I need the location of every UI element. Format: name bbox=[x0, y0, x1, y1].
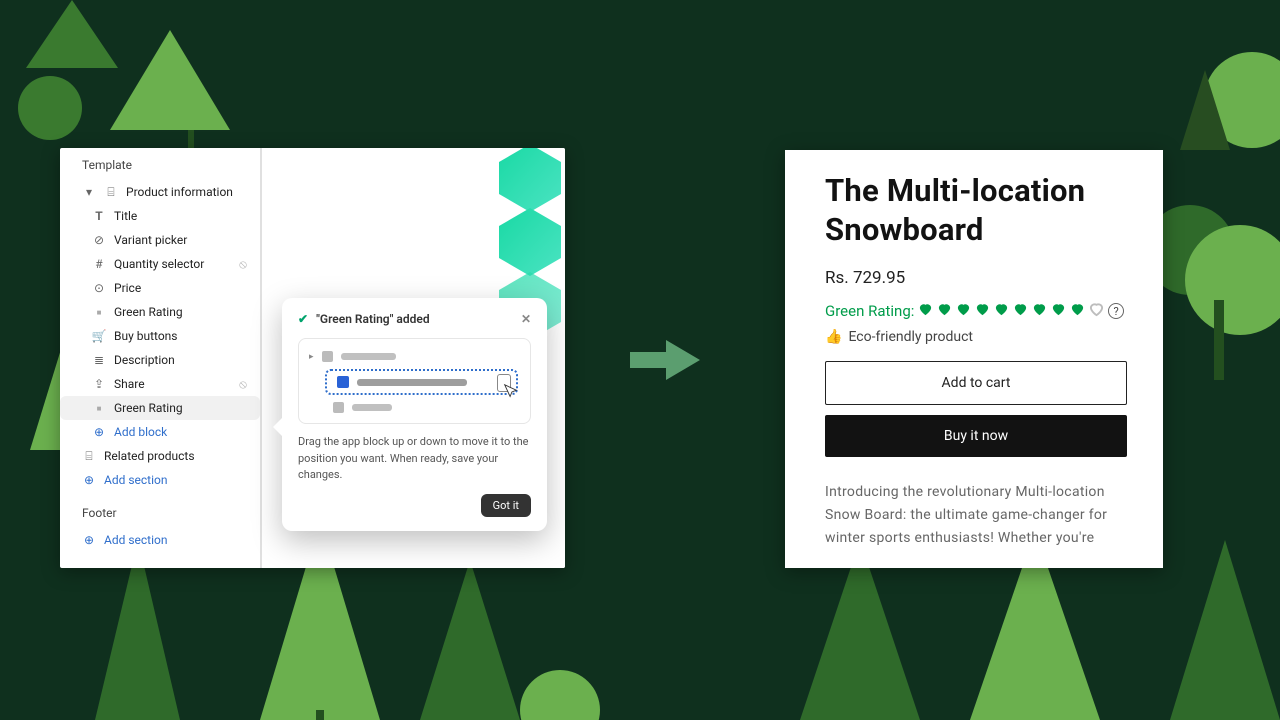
eye-off-icon: ⦸ bbox=[236, 377, 250, 391]
sidebar-item-label: Green Rating bbox=[114, 305, 183, 319]
sidebar-item-green-rating[interactable]: ■ Green Rating bbox=[60, 300, 260, 324]
heart-filled-icon bbox=[1013, 302, 1028, 317]
product-card: The Multi-location Snowboard Rs. 729.95 … bbox=[785, 150, 1163, 568]
sidebar-item-share[interactable]: ⇪ Share ⦸ bbox=[60, 372, 260, 396]
sidebar-item-label: Quantity selector bbox=[114, 257, 204, 271]
heart-filled-icon bbox=[1032, 302, 1047, 317]
product-description: Introducing the revolutionary Multi-loca… bbox=[825, 481, 1127, 550]
sidebar-item-variant-picker[interactable]: ⊘ Variant picker bbox=[60, 228, 260, 252]
heart-filled-icon bbox=[937, 302, 952, 317]
sidebar-item-label: Add section bbox=[104, 533, 168, 547]
heart-filled-icon bbox=[918, 302, 933, 317]
drag-illustration: ▸ bbox=[298, 338, 531, 424]
add-section-link[interactable]: ⊕ Add section bbox=[60, 468, 260, 492]
thumbs-up-icon: 👍 bbox=[825, 329, 842, 345]
arrow-right-icon bbox=[630, 330, 700, 390]
footer-heading: Footer bbox=[60, 492, 260, 528]
price-tag-icon: ⊙ bbox=[92, 281, 106, 295]
sidebar-item-label: Add block bbox=[114, 425, 167, 439]
eco-text: Eco-friendly product bbox=[848, 329, 973, 345]
popover-block-added: ✔ "Green Rating" added ✕ ▸ Drag the app … bbox=[282, 298, 547, 531]
plus-circle-icon: ⊕ bbox=[92, 425, 106, 439]
add-to-cart-button[interactable]: Add to cart bbox=[825, 361, 1127, 405]
text-icon: T bbox=[92, 209, 106, 223]
got-it-button[interactable]: Got it bbox=[481, 494, 531, 517]
sidebar-item-label: Share bbox=[114, 377, 145, 391]
popover-arrow bbox=[273, 418, 282, 436]
sidebar-label: Product information bbox=[126, 185, 233, 199]
product-price: Rs. 729.95 bbox=[825, 268, 1127, 288]
circle-slash-icon: ⊘ bbox=[92, 233, 106, 247]
sidebar-item-green-rating-selected[interactable]: ■ Green Rating bbox=[60, 396, 260, 420]
sidebar-item-label: Variant picker bbox=[114, 233, 187, 247]
sidebar-item-price[interactable]: ⊙ Price bbox=[60, 276, 260, 300]
heart-filled-icon bbox=[1051, 302, 1066, 317]
block-icon: ■ bbox=[92, 305, 106, 319]
sidebar-item-buy-buttons[interactable]: 🛒 Buy buttons bbox=[60, 324, 260, 348]
buy-now-button[interactable]: Buy it now bbox=[825, 415, 1127, 457]
add-section-footer-link[interactable]: ⊕ Add section bbox=[60, 528, 260, 552]
share-icon: ⇪ bbox=[92, 377, 106, 391]
sidebar-item-title[interactable]: T Title bbox=[60, 204, 260, 228]
heart-filled-icon bbox=[975, 302, 990, 317]
hash-icon: # bbox=[92, 257, 106, 271]
help-icon[interactable]: ? bbox=[1108, 303, 1124, 319]
heart-empty-icon bbox=[1089, 302, 1104, 317]
section-icon: ⌸ bbox=[82, 449, 96, 463]
popover-description: Drag the app block up or down to move it… bbox=[298, 434, 531, 484]
eye-off-icon: ⦸ bbox=[236, 257, 250, 271]
sidebar-item-related-products[interactable]: ⌸ Related products bbox=[60, 444, 260, 468]
sidebar-item-label: Title bbox=[114, 209, 137, 223]
rating-label: Green Rating: bbox=[825, 302, 914, 320]
plus-circle-icon: ⊕ bbox=[82, 533, 96, 547]
cart-icon: 🛒 bbox=[92, 329, 106, 343]
sidebar-item-label: Related products bbox=[104, 449, 195, 463]
sidebar-item-quantity[interactable]: # Quantity selector ⦸ bbox=[60, 252, 260, 276]
sidebar-item-label: Add section bbox=[104, 473, 168, 487]
heart-filled-icon bbox=[956, 302, 971, 317]
check-circle-icon: ✔ bbox=[298, 312, 308, 326]
section-icon: ⌸ bbox=[104, 185, 118, 199]
heart-filled-icon bbox=[994, 302, 1009, 317]
sidebar-item-label: Price bbox=[114, 281, 141, 295]
rating-hearts bbox=[918, 302, 1104, 321]
product-title: The Multi-location Snowboard bbox=[825, 172, 1127, 250]
cursor-icon bbox=[502, 383, 520, 401]
template-heading: Template bbox=[60, 148, 260, 180]
add-block-link[interactable]: ⊕ Add block bbox=[60, 420, 260, 444]
sidebar-item-label: Green Rating bbox=[114, 401, 183, 415]
sidebar: Template ▾ ⌸ Product information T Title… bbox=[60, 148, 260, 568]
chevron-down-icon: ▾ bbox=[82, 185, 96, 199]
popover-title: "Green Rating" added bbox=[316, 312, 430, 326]
eco-badge: 👍 Eco-friendly product bbox=[825, 329, 1127, 345]
block-icon: ■ bbox=[92, 401, 106, 415]
sidebar-item-label: Description bbox=[114, 353, 175, 367]
theme-preview: ✔ "Green Rating" added ✕ ▸ Drag the app … bbox=[260, 148, 565, 568]
sidebar-item-description[interactable]: ≣ Description bbox=[60, 348, 260, 372]
green-rating: Green Rating: ? bbox=[825, 302, 1127, 321]
paragraph-icon: ≣ bbox=[92, 353, 106, 367]
heart-filled-icon bbox=[1070, 302, 1085, 317]
sidebar-product-information[interactable]: ▾ ⌸ Product information bbox=[60, 180, 260, 204]
sidebar-item-label: Buy buttons bbox=[114, 329, 178, 343]
theme-editor-panel: Template ▾ ⌸ Product information T Title… bbox=[60, 148, 565, 568]
close-icon[interactable]: ✕ bbox=[521, 312, 531, 326]
plus-circle-icon: ⊕ bbox=[82, 473, 96, 487]
